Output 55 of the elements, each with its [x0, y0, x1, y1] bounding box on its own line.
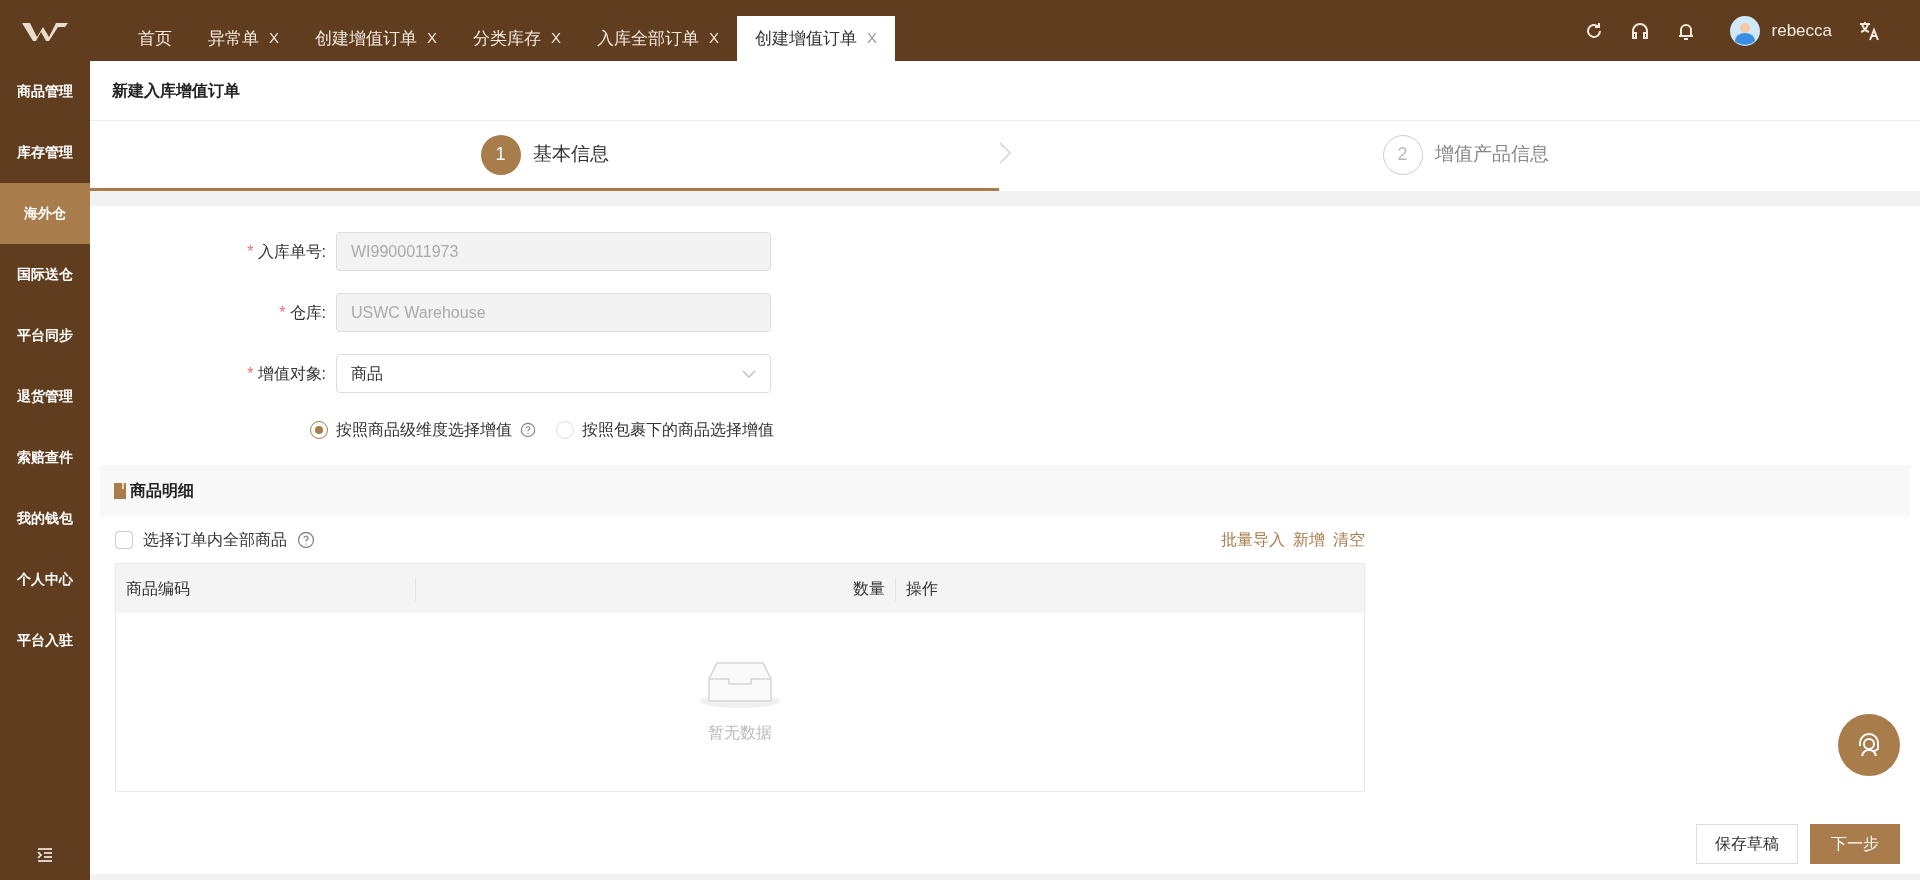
radio-label[interactable]: 按照商品级维度选择增值 [336, 418, 512, 442]
tab[interactable]: 首页 [120, 16, 190, 61]
close-icon[interactable]: X [709, 27, 720, 50]
select-field[interactable]: 商品 [336, 354, 771, 393]
link[interactable]: 清空 [1333, 528, 1365, 552]
sidebar-item[interactable]: 库存管理 [0, 122, 90, 183]
column-header: 商品编码 [116, 576, 416, 601]
user-name[interactable]: rebecca [1771, 17, 1832, 44]
chevron-icon [999, 141, 1011, 165]
checkbox-label[interactable]: 选择订单内全部商品 [143, 528, 287, 552]
sidebar-item[interactable]: 平台同步 [0, 305, 90, 366]
sidebar-item[interactable]: 索赔查件 [0, 427, 90, 488]
sidebar-item[interactable]: 平台入驻 [0, 610, 90, 671]
sidebar-item[interactable]: 退货管理 [0, 366, 90, 427]
empty-text: 暂无数据 [708, 723, 772, 743]
chevron-down-icon [742, 369, 756, 378]
help-icon[interactable] [520, 422, 536, 438]
book-icon [114, 483, 126, 499]
link[interactable]: 新增 [1293, 528, 1325, 552]
translate-icon[interactable] [1858, 19, 1880, 42]
step[interactable]: 1 基本信息 [90, 121, 999, 191]
sidebar-item[interactable]: 我的钱包 [0, 488, 90, 549]
section-title: 商品明细 [130, 481, 194, 501]
required-mark: * [247, 241, 254, 262]
field-label: 仓库: [289, 302, 326, 323]
field-label: 增值对象: [257, 363, 326, 384]
save-draft-button[interactable]: 保存草稿 [1696, 824, 1798, 864]
help-icon[interactable] [297, 531, 315, 549]
close-icon[interactable]: X [427, 27, 438, 50]
sidebar-item[interactable]: 个人中心 [0, 549, 90, 610]
checkbox[interactable] [115, 531, 133, 549]
column-header: 操作 [905, 578, 939, 599]
required-mark: * [247, 363, 254, 384]
headphones-icon[interactable] [1629, 20, 1650, 41]
close-icon[interactable]: X [551, 27, 562, 50]
tab[interactable]: 异常单 X [190, 16, 297, 61]
tab[interactable]: 创建增值订单 X [737, 16, 896, 61]
close-icon[interactable]: X [269, 27, 279, 50]
avatar-icon[interactable] [1729, 15, 1760, 46]
sidebar-item[interactable]: 国际送仓 [0, 244, 90, 305]
radio-label[interactable]: 按照包裹下的商品选择增值 [582, 418, 774, 442]
tab[interactable]: 分类库存 X [455, 16, 580, 61]
link[interactable]: 批量导入 [1221, 528, 1285, 552]
tab[interactable]: 创建增值订单 X [297, 16, 456, 61]
page-title: 新建入库增值订单 [112, 80, 240, 101]
required-mark: * [279, 302, 286, 323]
field-label: 入库单号: [257, 241, 326, 262]
tab[interactable]: 入库全部订单 X [579, 16, 738, 61]
column-header: 数量 [416, 576, 896, 601]
step[interactable]: 2 增值产品信息 [1011, 121, 1920, 191]
sidebar-item[interactable]: 商品管理 [0, 61, 90, 122]
menu-collapse-icon[interactable] [37, 848, 53, 862]
empty-inbox-icon [699, 659, 781, 709]
sidebar-item[interactable]: 海外仓 [0, 183, 90, 244]
next-button[interactable]: 下一步 [1810, 824, 1900, 864]
